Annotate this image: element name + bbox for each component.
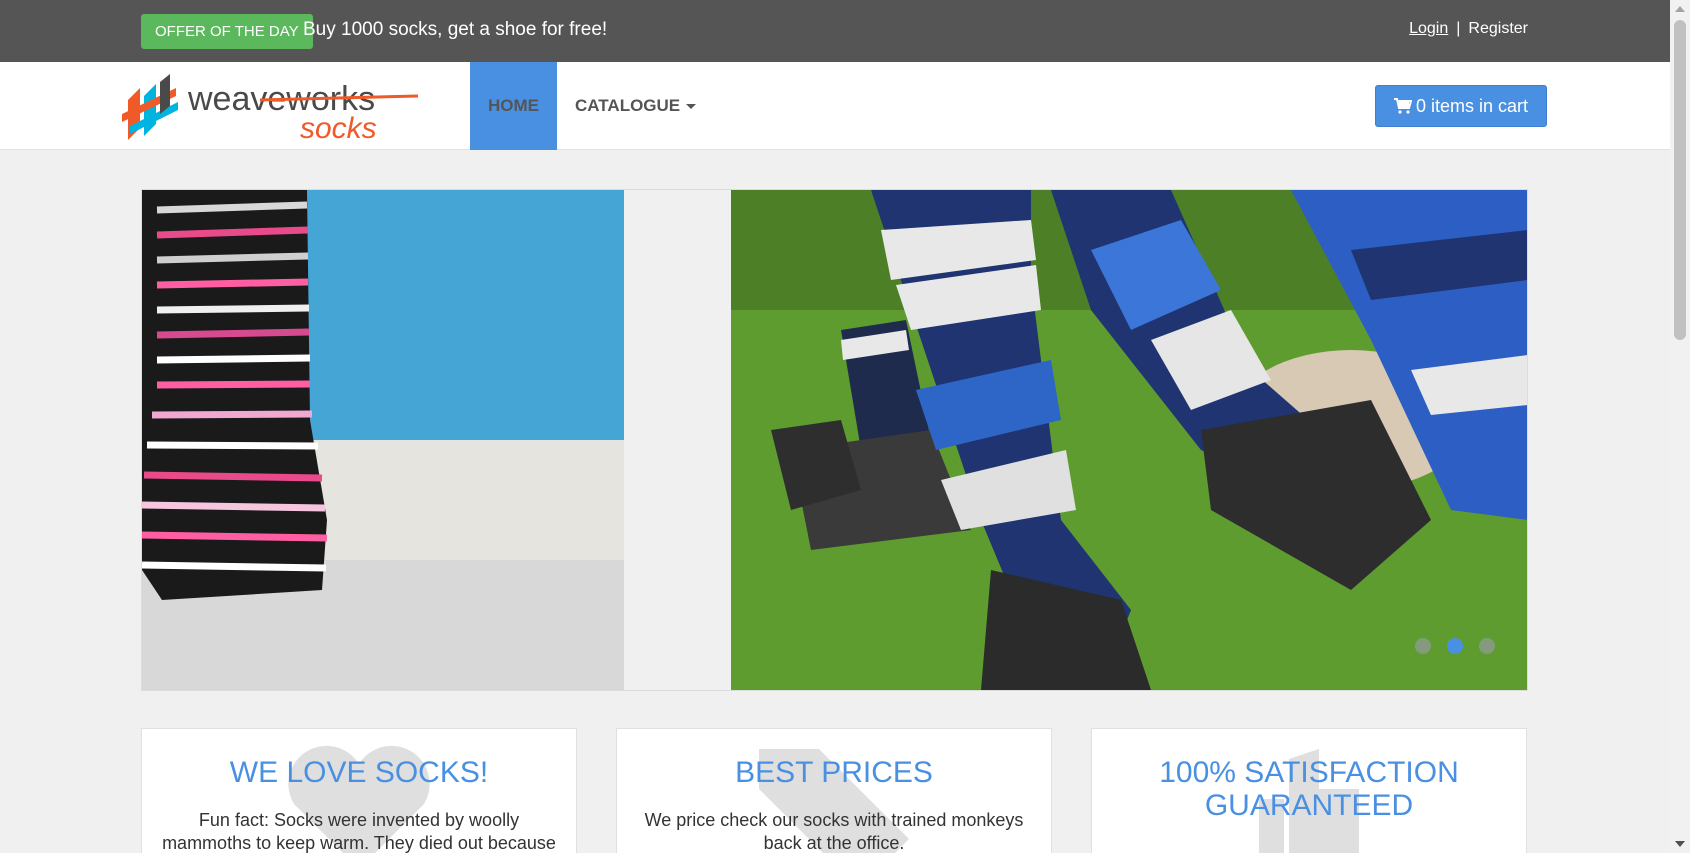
weaveworks-mark-icon bbox=[122, 74, 178, 140]
carousel-dot-1[interactable] bbox=[1415, 638, 1431, 654]
feature-box-love-socks: WE LOVE SOCKS! Fun fact: Socks were inve… bbox=[141, 728, 577, 853]
scroll-thumb[interactable] bbox=[1674, 20, 1686, 340]
nav-catalogue-dropdown[interactable]: CATALOGUE bbox=[575, 62, 697, 150]
top-bar: OFFER OF THE DAY Buy 1000 socks, get a s… bbox=[0, 0, 1670, 62]
login-link[interactable]: Login bbox=[1409, 20, 1448, 37]
carousel-dot-2[interactable] bbox=[1447, 638, 1463, 654]
carousel-indicators bbox=[1415, 638, 1495, 654]
striped-socks-image bbox=[142, 190, 624, 690]
feature-text: Fun fact: Socks were invented by woolly … bbox=[162, 810, 556, 853]
page-scrollbar[interactable] bbox=[1670, 0, 1690, 853]
shopping-cart-icon bbox=[1393, 98, 1413, 114]
feature-title: WE LOVE SOCKS! bbox=[229, 756, 489, 789]
register-link[interactable]: Register bbox=[1468, 20, 1528, 37]
offer-text[interactable]: Buy 1000 socks, get a shoe for free! bbox=[303, 18, 607, 42]
main-navbar: weaveworks socks HOME CATALOGUE 0 items … bbox=[0, 62, 1670, 150]
link-separator: | bbox=[1456, 20, 1461, 37]
nav-home[interactable]: HOME bbox=[470, 62, 557, 150]
weaveworks-socks-logo[interactable]: weaveworks socks bbox=[120, 72, 420, 142]
feature-title: 100% SATISFACTION GUARANTEED bbox=[1159, 756, 1459, 822]
feature-box-satisfaction: 100% SATISFACTION GUARANTEED bbox=[1091, 728, 1527, 853]
logo-text-socks: socks bbox=[300, 112, 377, 142]
cart-label: 0 items in cart bbox=[1415, 96, 1529, 116]
feature-box-best-prices: BEST PRICES We price check our socks wit… bbox=[616, 728, 1052, 853]
account-links: Login | Register bbox=[1409, 19, 1528, 39]
scroll-down-arrow-icon[interactable] bbox=[1675, 841, 1685, 847]
rugby-socks-image bbox=[731, 190, 1527, 690]
offer-badge[interactable]: OFFER OF THE DAY bbox=[141, 14, 313, 49]
feature-text: We price check our socks with trained mo… bbox=[644, 810, 1024, 853]
caret-down-icon bbox=[686, 104, 697, 110]
carousel-dot-3[interactable] bbox=[1479, 638, 1495, 654]
scroll-up-arrow-icon[interactable] bbox=[1675, 6, 1685, 12]
feature-title: BEST PRICES bbox=[735, 756, 933, 789]
hero-carousel[interactable] bbox=[141, 189, 1528, 691]
nav-catalogue-label: CATALOGUE bbox=[575, 96, 681, 115]
cart-button[interactable]: 0 items in cart bbox=[1375, 85, 1547, 127]
